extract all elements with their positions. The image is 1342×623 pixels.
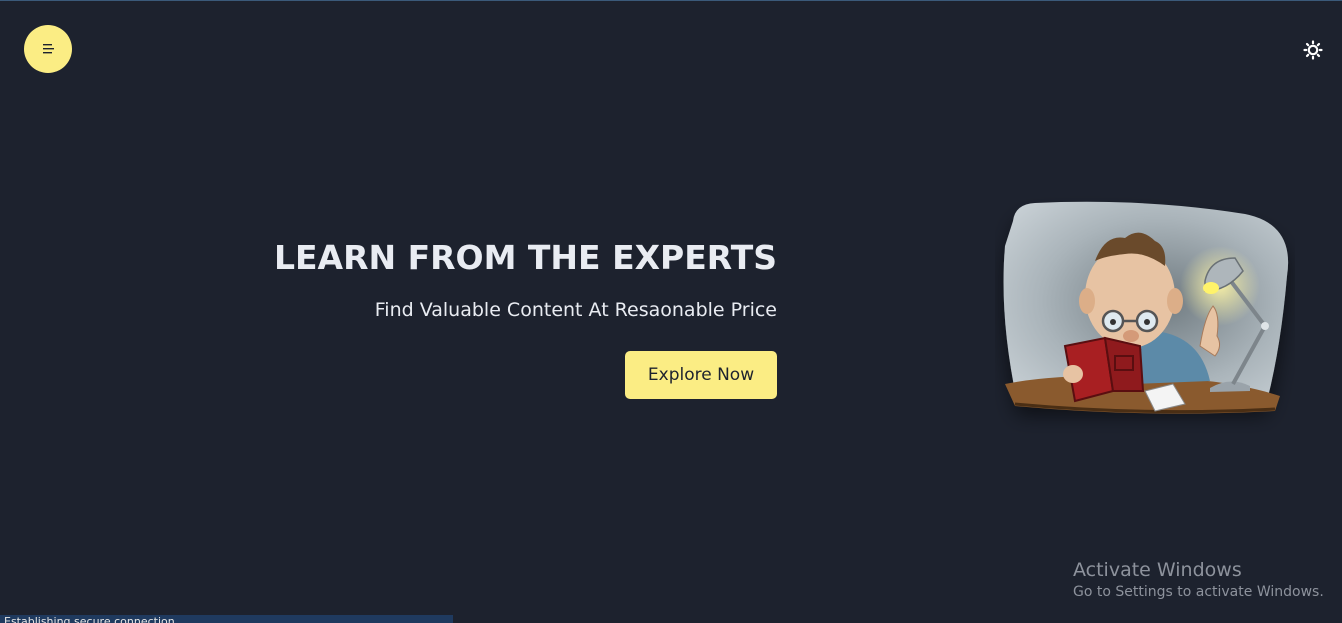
hero-title: LEARN FROM THE EXPERTS xyxy=(273,238,777,277)
professor-reading-illustration xyxy=(995,196,1295,446)
windows-activation-watermark: Activate Windows Go to Settings to activ… xyxy=(1073,558,1324,602)
page: LEARN FROM THE EXPERTS Find Valuable Con… xyxy=(0,0,1342,623)
menu-icon xyxy=(43,44,54,54)
watermark-title: Activate Windows xyxy=(1073,559,1242,581)
theme-toggle-button[interactable] xyxy=(1302,39,1324,61)
menu-button[interactable] xyxy=(24,25,72,73)
watermark-subtitle: Go to Settings to activate Windows. xyxy=(1073,584,1324,600)
sun-icon xyxy=(1303,40,1323,60)
browser-status-bar: Establishing secure connection... xyxy=(0,615,453,623)
hero-subtitle: Find Valuable Content At Resaonable Pric… xyxy=(374,299,777,321)
hero-section: LEARN FROM THE EXPERTS Find Valuable Con… xyxy=(274,235,777,399)
explore-now-button[interactable]: Explore Now xyxy=(625,351,777,399)
